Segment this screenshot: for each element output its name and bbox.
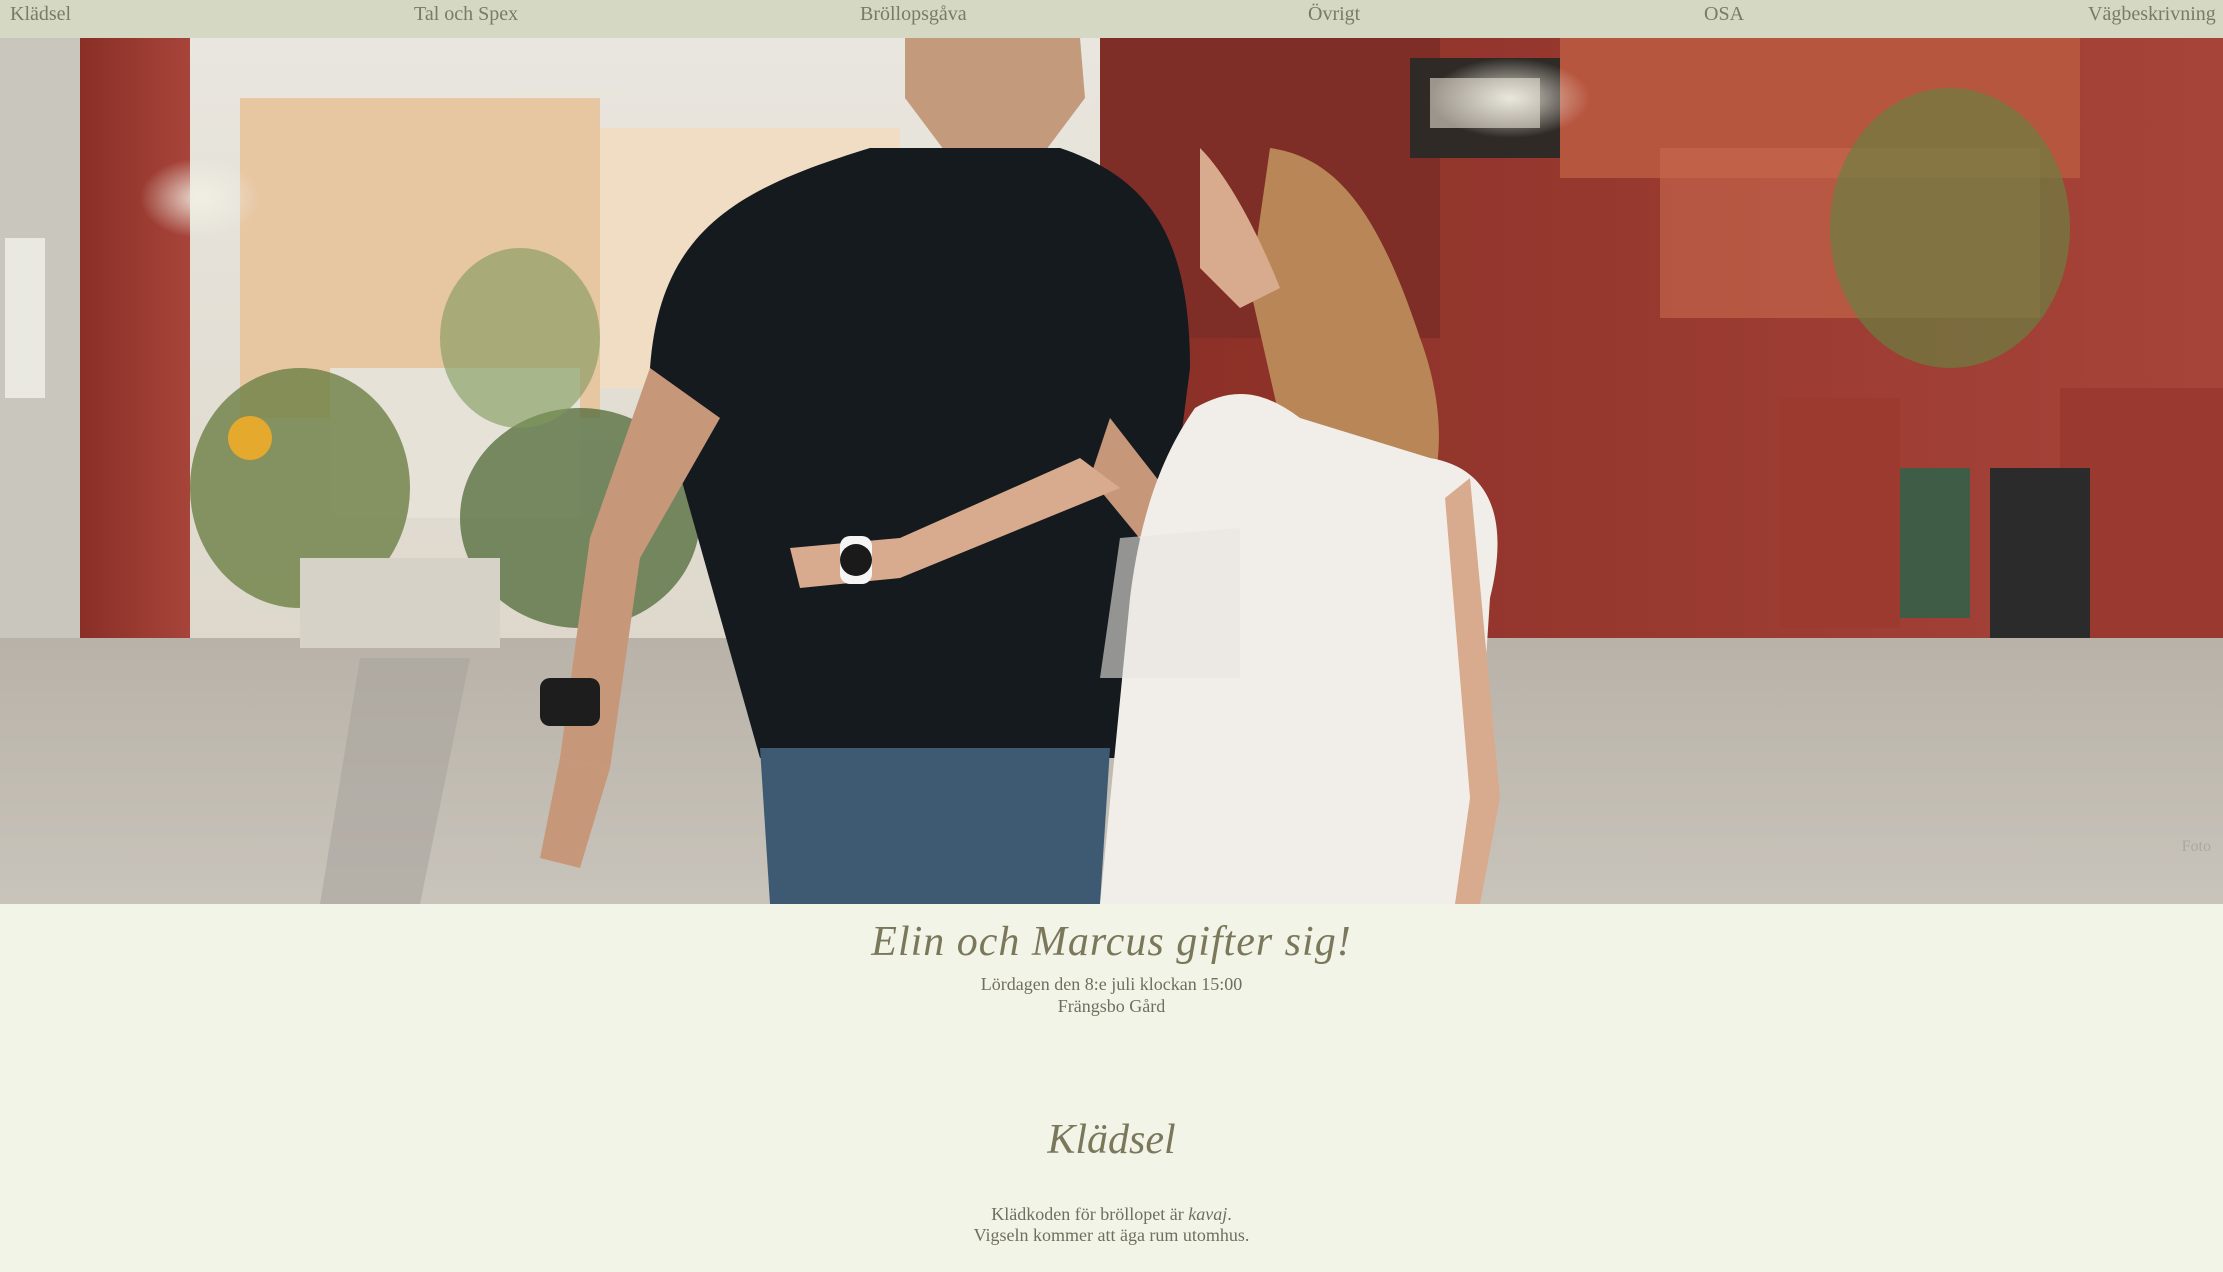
hero-couple-illustration xyxy=(0,38,2223,904)
wedding-date: Lördagen den 8:e juli klockan 15:00 xyxy=(980,974,1243,994)
nav-item-ovrigt[interactable]: Övrigt xyxy=(1308,3,1360,26)
page-title: Elin och Marcus gifter sig! xyxy=(871,919,1352,965)
nav-item-vagbeskrivning[interactable]: Vägbeskrivning xyxy=(2088,3,2216,26)
wedding-venue: Frängsbo Gård xyxy=(1057,996,1166,1016)
dresscode-prefix: Klädkoden för bröllopet är xyxy=(991,1204,1189,1224)
nav-item-tal-och-spex[interactable]: Tal och Spex xyxy=(414,3,518,26)
nav-item-brollopsgava[interactable]: Bröllopsgåva xyxy=(860,3,967,26)
section-heading-kladsel: Klädsel xyxy=(1047,1117,1176,1163)
nav-item-osa[interactable]: OSA xyxy=(1704,3,1744,26)
ceremony-outdoor-text: Vigseln kommer att äga rum utomhus. xyxy=(973,1225,1250,1245)
dresscode-text: Klädkoden för bröllopet är kavaj. xyxy=(0,1204,2223,1225)
photo-credit: Foto xyxy=(2181,838,2211,855)
dresscode-suffix: . xyxy=(1227,1204,1232,1224)
nav-item-kladsel[interactable]: Klädsel xyxy=(10,3,71,26)
dresscode-emphasis: kavaj xyxy=(1188,1204,1228,1224)
top-navigation: Klädsel Tal och Spex Bröllopsgåva Övrigt… xyxy=(0,0,2223,38)
hero-photo: Foto xyxy=(0,38,2223,904)
